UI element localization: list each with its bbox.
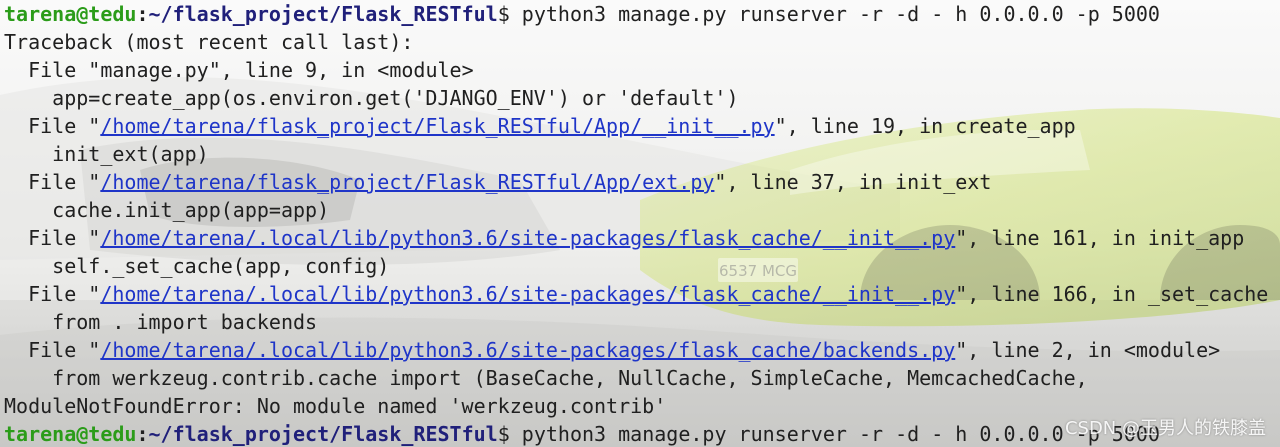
terminal-line-prompt: tarena@tedu:~/flask_project/Flask_RESTfu…	[4, 0, 1280, 28]
prompt-path: ~/flask_project/Flask_RESTful	[148, 422, 498, 446]
file-suffix: ", line 19, in create_app	[774, 114, 1076, 138]
traceback-file-line: File "/home/tarena/flask_project/Flask_R…	[4, 168, 1280, 196]
prompt-separator: :	[136, 422, 149, 446]
file-suffix: ", line 37, in init_ext	[714, 170, 992, 194]
traceback-file-line: File "/home/tarena/.local/lib/python3.6/…	[4, 224, 1280, 252]
prompt-user-host: tarena@tedu	[4, 422, 137, 446]
command-text: python3 manage.py runserver -r -d - h 0.…	[521, 2, 1160, 26]
file-name: manage.py	[100, 58, 209, 82]
traceback-file-line: File "/home/tarena/.local/lib/python3.6/…	[4, 280, 1280, 308]
csdn-watermark: CSDN @玉男人的铁膝盖	[1064, 418, 1266, 439]
file-link[interactable]: /home/tarena/.local/lib/python3.6/site-p…	[100, 226, 955, 250]
traceback-code-line: from . import backends	[4, 310, 318, 334]
file-prefix: File "	[4, 58, 101, 82]
file-prefix: File "	[4, 170, 101, 194]
traceback-code-line: from werkzeug.contrib.cache import (Base…	[4, 366, 1088, 390]
file-suffix: ", line 161, in init_app	[955, 226, 1245, 250]
traceback-code-line: cache.init_app(app=app)	[4, 198, 330, 222]
terminal-window[interactable]: tarena@tedu:~/flask_project/Flask_RESTfu…	[0, 0, 1280, 447]
prompt-path: ~/flask_project/Flask_RESTful	[148, 2, 498, 26]
file-suffix: ", line 9, in <module>	[208, 58, 474, 82]
traceback-file-line: File "/home/tarena/flask_project/Flask_R…	[4, 112, 1280, 140]
file-prefix: File "	[4, 114, 101, 138]
traceback-header: Traceback (most recent call last):	[4, 30, 414, 54]
file-prefix: File "	[4, 282, 101, 306]
prompt-separator: :	[136, 2, 149, 26]
file-suffix: ", line 2, in <module>	[955, 338, 1221, 362]
prompt-user-host: tarena@tedu	[4, 2, 137, 26]
prompt-dollar: $	[497, 422, 522, 446]
traceback-code-line: init_ext(app)	[4, 142, 209, 166]
traceback-file-line: File "manage.py", line 9, in <module>	[4, 56, 1280, 84]
file-prefix: File "	[4, 226, 101, 250]
file-suffix: ", line 166, in _set_cache	[955, 282, 1269, 306]
file-link[interactable]: /home/tarena/.local/lib/python3.6/site-p…	[100, 338, 955, 362]
file-link[interactable]: /home/tarena/.local/lib/python3.6/site-p…	[100, 282, 955, 306]
prompt-dollar: $	[497, 2, 522, 26]
traceback-code-line: app=create_app(os.environ.get('DJANGO_EN…	[4, 86, 739, 110]
traceback-file-line: File "/home/tarena/.local/lib/python3.6/…	[4, 336, 1280, 364]
file-link[interactable]: /home/tarena/flask_project/Flask_RESTful…	[100, 114, 774, 138]
file-link[interactable]: /home/tarena/flask_project/Flask_RESTful…	[100, 170, 714, 194]
traceback-code-line: self._set_cache(app, config)	[4, 254, 390, 278]
file-prefix: File "	[4, 338, 101, 362]
